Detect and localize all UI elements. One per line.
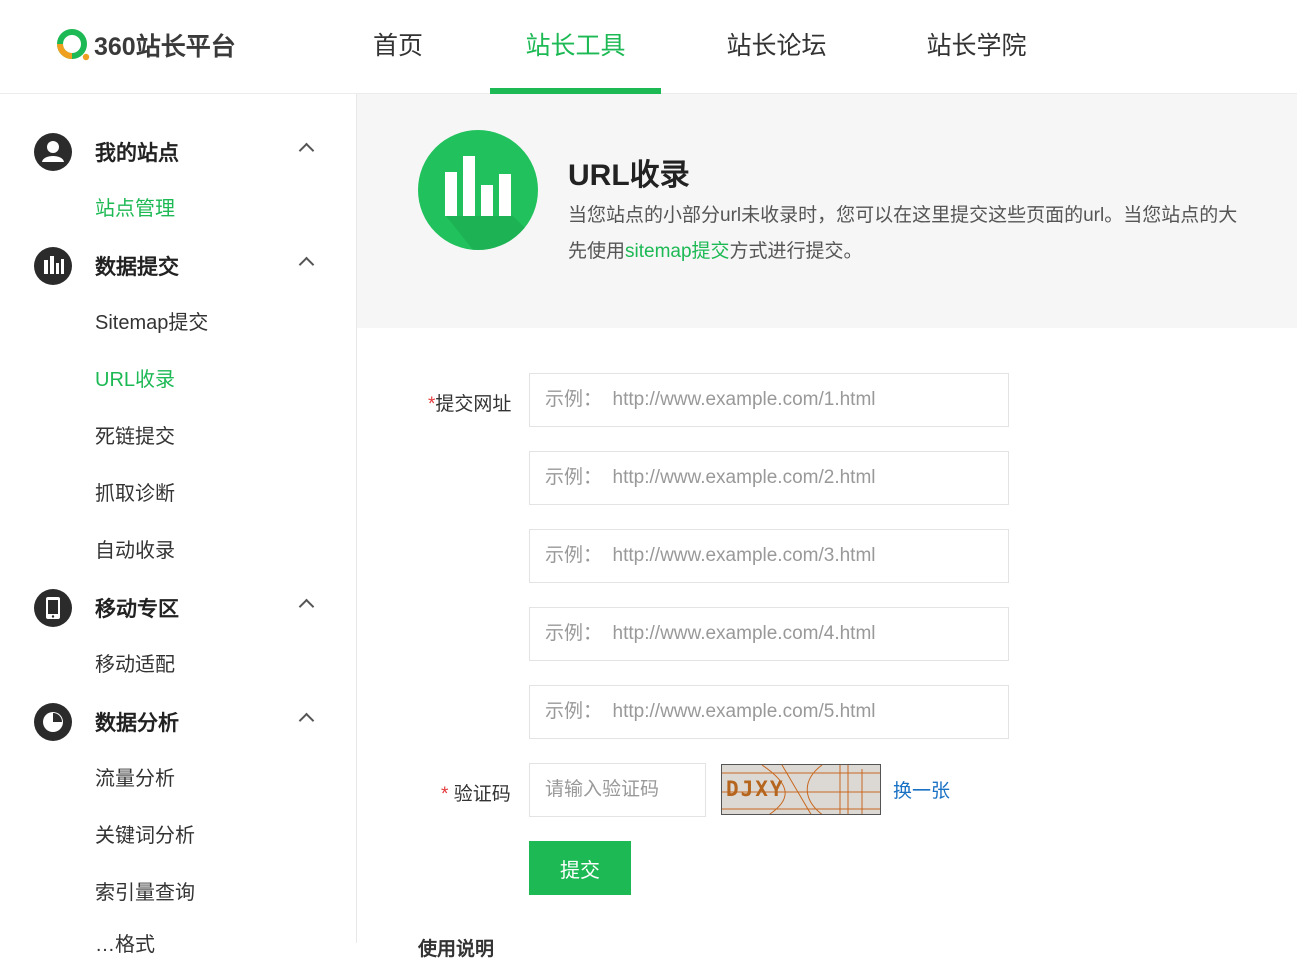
sidebar-item-cut[interactable]: …格式 <box>95 930 155 960</box>
mobile-icon <box>34 589 72 627</box>
description-line-1: 当您站点的小部分url未收录时，您可以在这里提交这些页面的url。当您站点的大 <box>568 205 1238 226</box>
sidebar-group-title: 我的站点 <box>95 142 179 165</box>
required-mark: * <box>441 784 449 805</box>
sidebar-group-mobile[interactable]: 移动专区 <box>34 588 324 628</box>
chevron-up-icon <box>298 598 315 615</box>
sidebar-group-analytics[interactable]: 数据分析 <box>34 702 324 742</box>
sidebar-group-title: 数据提交 <box>95 256 179 279</box>
sidebar-item-index-query[interactable]: 索引量查询 <box>95 878 195 908</box>
usage-heading: 使用说明 <box>418 939 495 960</box>
description-line-2: 先使用sitemap提交方式进行提交。 <box>568 234 1237 270</box>
page-description: 当您站点的小部分url未收录时，您可以在这里提交这些页面的url。当您站点的大 … <box>568 198 1237 270</box>
url-input-5[interactable] <box>529 685 1009 739</box>
chevron-up-icon <box>298 256 315 273</box>
description-prefix: 先使用 <box>568 241 626 262</box>
sidebar: 我的站点 站点管理 数据提交 Sitemap提交 URL收录 死链提交 抓取诊断… <box>0 94 357 956</box>
url-input-4[interactable] <box>529 607 1009 661</box>
sidebar-group-title: 数据分析 <box>95 712 179 735</box>
captcha-refresh-link[interactable]: 换一张 <box>893 776 950 803</box>
captcha-image[interactable]: DJXY <box>721 764 881 815</box>
user-icon <box>34 133 72 171</box>
sidebar-group-data-submit[interactable]: 数据提交 <box>34 246 324 286</box>
captcha-input[interactable] <box>529 763 706 817</box>
pie-chart-icon <box>34 703 72 741</box>
url-label-text: 提交网址 <box>435 394 512 415</box>
logo-icon <box>56 28 90 62</box>
nav-academy[interactable]: 站长学院 <box>914 0 1039 94</box>
bar-chart-icon <box>418 130 538 250</box>
url-field-label: *提交网址 <box>428 389 511 416</box>
sidebar-item-traffic[interactable]: 流量分析 <box>95 764 175 794</box>
sidebar-item-crawl-diagnosis[interactable]: 抓取诊断 <box>95 479 175 509</box>
bar-chart-icon <box>34 247 72 285</box>
logo[interactable]: 360站长平台 <box>56 28 236 62</box>
captcha-text: DJXY <box>726 777 785 801</box>
chevron-up-icon <box>298 142 315 159</box>
sidebar-item-site-management[interactable]: 站点管理 <box>95 194 175 224</box>
nav-home[interactable]: 首页 <box>358 0 438 94</box>
chevron-up-icon <box>298 712 315 729</box>
nav-forum[interactable]: 站长论坛 <box>714 0 839 94</box>
sidebar-item-auto-index[interactable]: 自动收录 <box>95 536 175 566</box>
url-input-2[interactable] <box>529 451 1009 505</box>
page-title: URL收录 <box>568 159 690 192</box>
url-input-3[interactable] <box>529 529 1009 583</box>
url-input-1[interactable] <box>529 373 1009 427</box>
sidebar-item-mobile-adapt[interactable]: 移动适配 <box>95 650 175 680</box>
sidebar-group-title: 移动专区 <box>95 598 179 621</box>
sidebar-item-keywords[interactable]: 关键词分析 <box>95 821 195 851</box>
submit-button[interactable]: 提交 <box>529 841 631 895</box>
sidebar-item-url-submit[interactable]: URL收录 <box>95 365 175 395</box>
captcha-label-text: 验证码 <box>453 784 511 805</box>
top-header: 360站长平台 首页 站长工具 站长论坛 站长学院 <box>0 0 1297 94</box>
page-banner: URL收录 当您站点的小部分url未收录时，您可以在这里提交这些页面的url。当… <box>357 94 1297 328</box>
sidebar-group-my-sites[interactable]: 我的站点 <box>34 132 324 172</box>
captcha-field-label: * 验证码 <box>441 779 511 806</box>
sitemap-submit-link[interactable]: sitemap提交 <box>625 241 730 262</box>
nav-webmaster-tools[interactable]: 站长工具 <box>490 0 661 94</box>
description-suffix: 方式进行提交。 <box>729 241 863 262</box>
sidebar-item-dead-links[interactable]: 死链提交 <box>95 422 175 452</box>
logo-text: 360站长平台 <box>94 33 236 61</box>
sidebar-item-sitemap[interactable]: Sitemap提交 <box>95 308 208 338</box>
